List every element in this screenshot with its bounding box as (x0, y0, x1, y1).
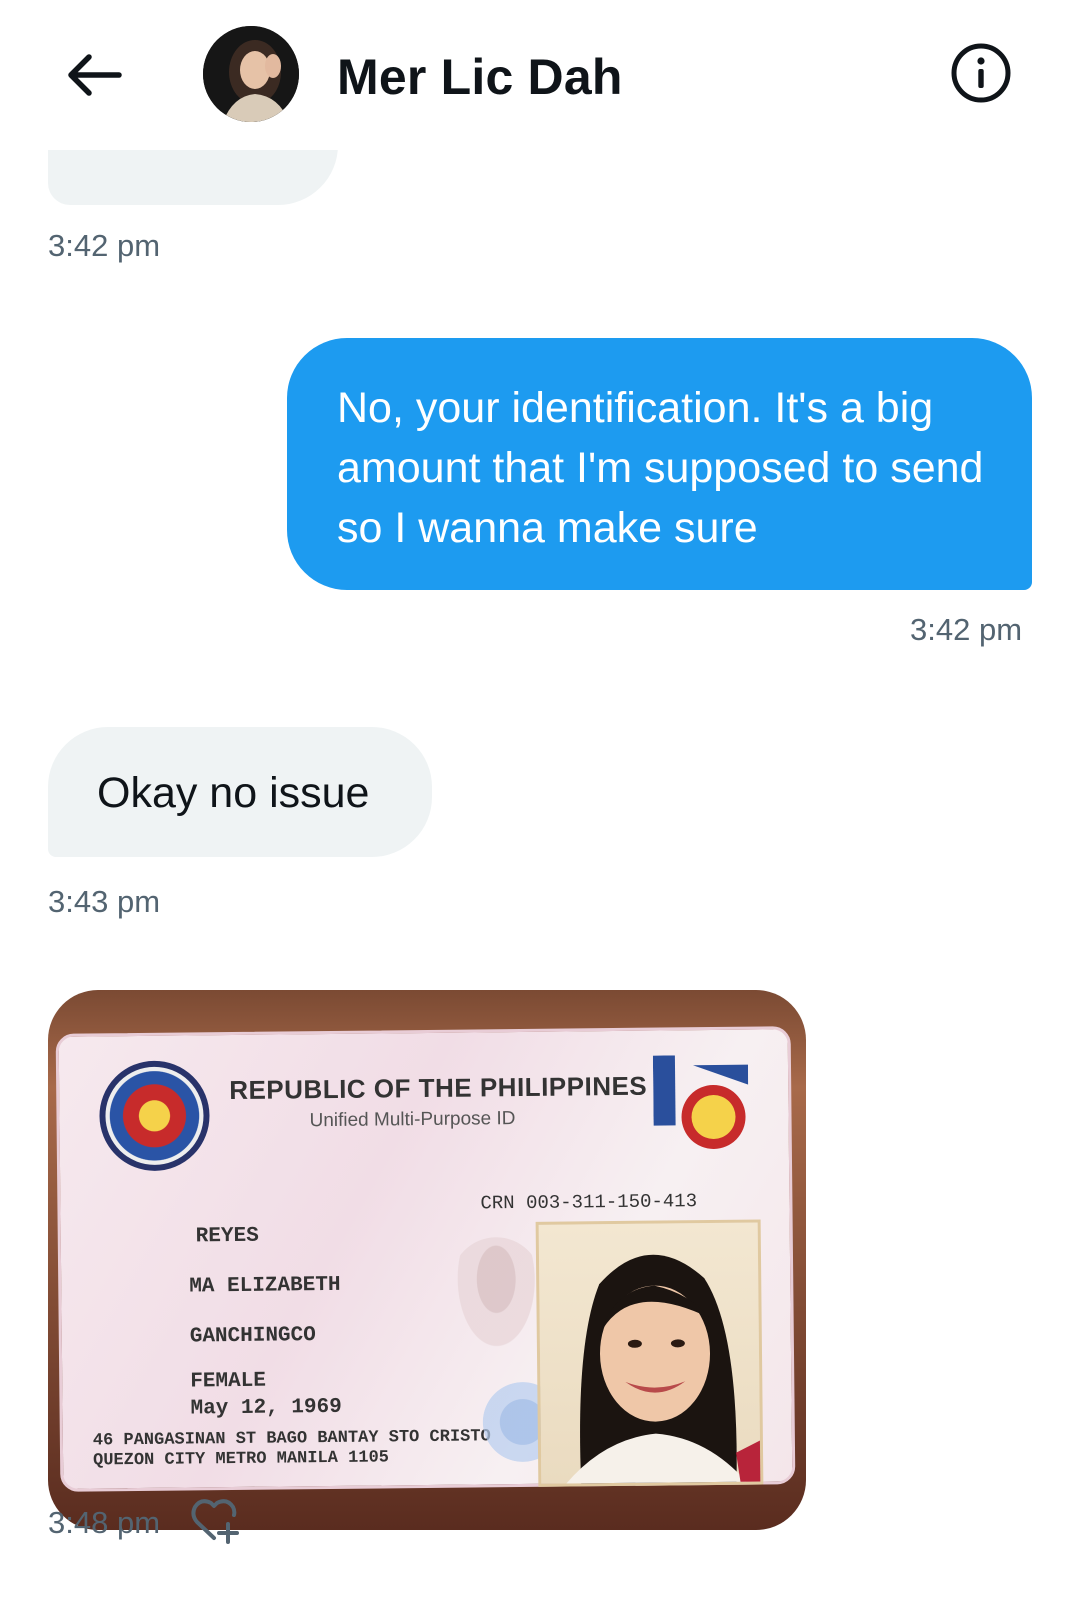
contact-name[interactable]: Mer Lic Dah (337, 48, 623, 106)
message-timestamp: 3:48 pm (48, 1505, 161, 1540)
back-button[interactable] (62, 42, 128, 108)
id-middle-name: GANCHINGCO (189, 1324, 316, 1349)
id-subheader: Unified Multi-Purpose ID (309, 1108, 516, 1132)
message-bubble-outgoing[interactable]: No, your identification. It's a big amou… (287, 338, 1032, 590)
message-timestamp: 3:42 pm (910, 612, 1023, 647)
id-dob: May 12, 1969 (190, 1395, 342, 1421)
id-crn: CRN 003-311-150-413 (480, 1190, 698, 1215)
arrow-left-icon (68, 54, 122, 96)
seal-emblem (98, 1060, 211, 1172)
message-timestamp: 3:43 pm (48, 884, 161, 919)
id-crn-value: 003-311-150-413 (525, 1190, 698, 1214)
id-surname: REYES (195, 1224, 259, 1249)
conversation-header: Mer Lic Dah (0, 0, 1078, 150)
heart-plus-icon (191, 1499, 239, 1544)
id-photo (535, 1219, 764, 1487)
message-text: Okay no issue (97, 769, 370, 817)
image-attachment[interactable]: REPUBLIC OF THE PHILIPPINES Unified Mult… (48, 990, 806, 1530)
info-circle-icon (951, 43, 1011, 103)
umid-logo (652, 1055, 749, 1149)
id-card-image: REPUBLIC OF THE PHILIPPINES Unified Mult… (55, 1026, 796, 1492)
message-timestamp: 3:42 pm (48, 228, 161, 263)
ghost-photo (450, 1236, 543, 1358)
add-reaction-button[interactable] (190, 1496, 244, 1546)
id-header: REPUBLIC OF THE PHILIPPINES (229, 1070, 648, 1106)
avatar[interactable] (203, 26, 299, 122)
id-address: 46 PANGASINAN ST BAGO BANTAY STO CRISTO … (92, 1427, 491, 1471)
id-sex: FEMALE (190, 1369, 267, 1394)
info-button[interactable] (948, 40, 1014, 106)
message-bubble-incoming[interactable]: Okay no issue (48, 727, 432, 857)
message-text: No, your identification. It's a big amou… (337, 384, 984, 552)
id-given-name: MA ELIZABETH (189, 1273, 341, 1299)
